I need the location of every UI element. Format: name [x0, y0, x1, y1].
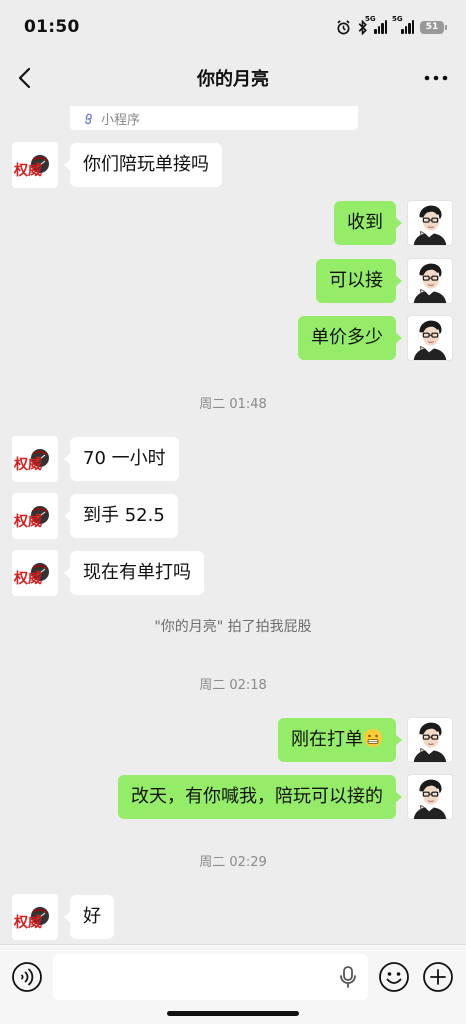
mini-program-icon [85, 113, 92, 124]
signal-1-icon: 5G [365, 15, 387, 34]
mic-icon[interactable] [338, 965, 358, 989]
message-bubble[interactable]: 单价多少 [298, 316, 402, 360]
emoji-icon[interactable] [378, 961, 410, 993]
nav-bar: 你的月亮 [0, 54, 466, 102]
mini-program-card[interactable]: 小程序 [70, 106, 358, 130]
status-icons: 5G 5G 51 [336, 15, 447, 35]
my-avatar[interactable] [407, 258, 453, 304]
message-text: 刚在打单 [291, 729, 363, 750]
status-bar: 01:50 5G 5G 51 [0, 0, 466, 54]
timestamp: 周二 02:29 [199, 855, 267, 870]
my-avatar[interactable] [407, 315, 453, 361]
contact-avatar[interactable]: 权威 [12, 550, 58, 596]
more-icon[interactable] [422, 66, 450, 90]
timestamp: 周二 01:48 [199, 397, 267, 412]
message-bubble[interactable]: 可以接 [316, 259, 402, 303]
chevron-left-icon[interactable] [14, 64, 38, 92]
battery-indicator: 51 [420, 20, 447, 34]
input-bar [0, 944, 466, 1024]
voice-icon[interactable] [11, 961, 43, 993]
message-bubble[interactable]: 现在有单打吗 [64, 551, 204, 595]
contact-avatar[interactable]: 权威 [12, 142, 58, 188]
svg-text:权威: 权威 [13, 162, 42, 179]
chat-title: 你的月亮 [197, 69, 269, 90]
message-bubble[interactable]: 到手 52.5 [64, 494, 178, 538]
contact-avatar[interactable]: 权威 [12, 894, 58, 940]
message-bubble[interactable]: 刚在打单 [278, 718, 402, 762]
message-bubble[interactable]: 收到 [334, 201, 402, 245]
contact-avatar[interactable]: 权威 [12, 436, 58, 482]
svg-text:权威: 权威 [13, 570, 42, 587]
plus-icon[interactable] [422, 961, 454, 993]
my-avatar[interactable] [407, 774, 453, 820]
signal-2-icon: 5G [392, 15, 414, 34]
svg-text:权威: 权威 [13, 513, 42, 530]
svg-text:权威: 权威 [13, 914, 42, 931]
status-time: 01:50 [24, 17, 80, 37]
message-input[interactable] [53, 954, 368, 1000]
home-indicator [167, 1011, 299, 1016]
message-bubble[interactable]: 你们陪玩单接吗 [64, 143, 222, 187]
grimace-emoji-icon [364, 729, 382, 747]
mini-program-label: 小程序 [101, 112, 141, 128]
my-avatar[interactable] [407, 717, 453, 763]
timestamp: 周二 02:18 [199, 678, 267, 693]
my-avatar[interactable] [407, 200, 453, 246]
message-bubble[interactable]: 改天，有你喊我，陪玩可以接的 [118, 775, 402, 819]
contact-avatar[interactable]: 权威 [12, 493, 58, 539]
alarm-icon [336, 19, 351, 35]
message-bubble[interactable]: 好 [64, 895, 114, 939]
pat-notice: "你的月亮" 拍了拍我屁股 [154, 619, 312, 635]
message-bubble[interactable]: 70 一小时 [64, 437, 179, 481]
svg-text:权威: 权威 [13, 456, 42, 473]
